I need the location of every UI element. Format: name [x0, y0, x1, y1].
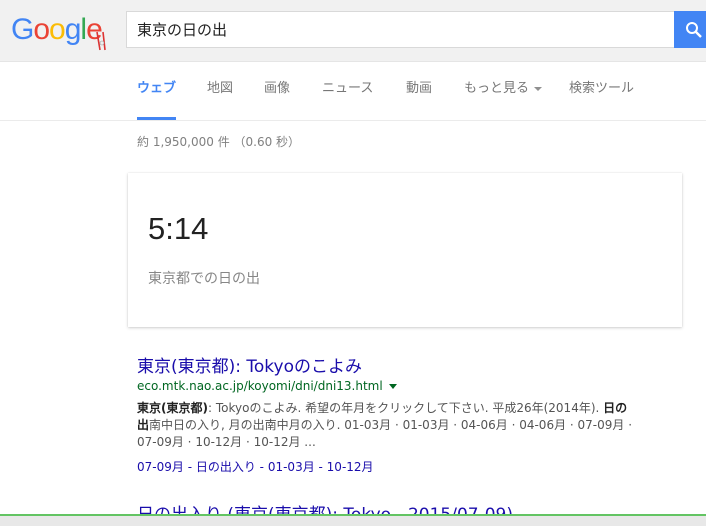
- tab-more[interactable]: もっと見る: [464, 62, 543, 118]
- tab-videos[interactable]: 動画: [406, 62, 432, 118]
- sitelink-separator: -: [255, 460, 268, 474]
- tab-images[interactable]: 画像: [264, 62, 290, 118]
- caret-down-icon[interactable]: [388, 384, 397, 389]
- sitelink[interactable]: 日の出入り: [196, 460, 256, 474]
- bottom-bar: [0, 514, 706, 526]
- chevron-down-icon: [534, 86, 543, 91]
- snippet-text: : Tokyoのこよみ. 希望の年月をクリックして下さい. 平成26年(2014…: [207, 401, 604, 415]
- tab-search-tools[interactable]: 検索ツール: [569, 62, 634, 118]
- chopsticks-doodle-icon: [96, 31, 106, 51]
- sitelink[interactable]: 01-03月: [268, 460, 315, 474]
- sunrise-caption: 東京都での日の出: [148, 271, 260, 287]
- result-stats: 約 1,950,000 件 （0.60 秒）: [137, 135, 301, 149]
- result-snippet: 東京(東京都): Tokyoのこよみ. 希望の年月をクリックして下さい. 平成2…: [137, 400, 639, 451]
- search-input[interactable]: [137, 12, 657, 47]
- tab-web[interactable]: ウェブ: [137, 62, 177, 120]
- google-logo[interactable]: Google: [11, 12, 106, 51]
- search-header: Google: [0, 0, 706, 62]
- snippet-bold: 東京(東京都): [137, 401, 208, 415]
- tab-news[interactable]: ニュース: [322, 62, 373, 118]
- sunrise-answer-card: 5:14 東京都での日の出: [128, 173, 682, 327]
- result-sitelinks: 07-09月 - 日の出入り - 01-03月 - 10-12月: [137, 458, 374, 475]
- sitelink[interactable]: 10-12月: [327, 460, 374, 474]
- result-url-text: eco.mtk.nao.ac.jp/koyomi/dni/dni13.html: [137, 379, 383, 393]
- tab-more-label: もっと見る: [464, 81, 530, 96]
- search-button[interactable]: [674, 11, 706, 48]
- search-tabs: ウェブ 地図 画像 ニュース 動画 もっと見る 検索ツール: [0, 62, 706, 121]
- result-title[interactable]: 東京(東京都): Tokyoのこよみ: [137, 352, 362, 377]
- result-url: eco.mtk.nao.ac.jp/koyomi/dni/dni13.html: [137, 379, 397, 393]
- sitelink-separator: -: [183, 460, 196, 474]
- sitelink-separator: -: [314, 460, 327, 474]
- search-icon: [686, 22, 702, 38]
- sitelink[interactable]: 07-09月: [137, 460, 184, 474]
- snippet-text: 南中日の入り, 月の出南中月の入り. 01-03月 · 01-03月 · 04-…: [137, 418, 633, 449]
- sunrise-time: 5:14: [148, 211, 209, 246]
- search-box: [126, 11, 674, 48]
- tab-maps[interactable]: 地図: [207, 62, 233, 118]
